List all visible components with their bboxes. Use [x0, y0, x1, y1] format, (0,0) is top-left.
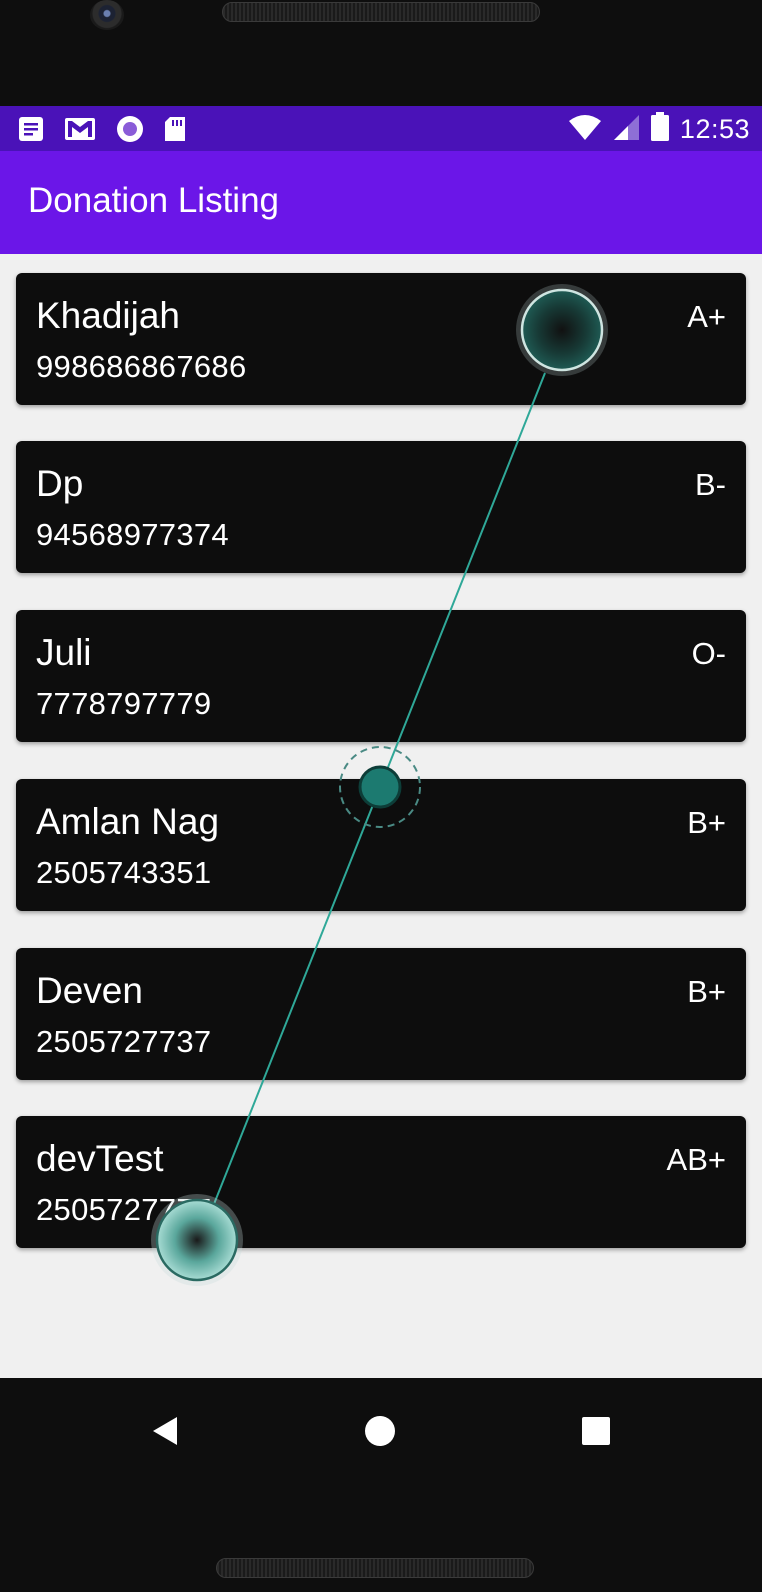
recents-icon [582, 1417, 610, 1445]
donor-phone: 2505727737 [36, 1024, 212, 1059]
back-button[interactable] [135, 1401, 195, 1461]
wifi-icon [568, 113, 602, 145]
donation-card[interactable]: Juli 7778797779 O- [16, 610, 746, 742]
home-icon [365, 1416, 395, 1446]
signal-icon [612, 113, 640, 145]
donation-list[interactable]: Khadijah 998686867686 A+ Dp 94568977374 … [0, 254, 762, 1378]
donation-card[interactable]: devTest 2505727777 AB+ [16, 1116, 746, 1248]
donor-name: Deven [36, 970, 143, 1011]
page-title: Donation Listing [28, 181, 279, 220]
donation-card[interactable]: Khadijah 998686867686 A+ [16, 273, 746, 405]
top-bezel [0, 0, 762, 106]
bottom-speaker [216, 1558, 534, 1578]
donor-name: devTest [36, 1138, 164, 1179]
donation-card[interactable]: Deven 2505727737 B+ [16, 948, 746, 1080]
notes-icon [18, 116, 44, 146]
battery-icon [650, 112, 670, 146]
front-camera [90, 0, 124, 30]
gmail-icon [64, 116, 96, 146]
donor-name: Amlan Nag [36, 801, 220, 842]
donor-phone: 998686867686 [36, 349, 247, 384]
donor-name: Dp [36, 463, 84, 504]
back-icon [153, 1417, 177, 1445]
donor-name: Juli [36, 632, 92, 673]
donor-phone: 2505743351 [36, 855, 212, 890]
donor-name: Khadijah [36, 295, 181, 336]
blood-group: B+ [687, 974, 726, 1009]
donation-card[interactable]: Dp 94568977374 B- [16, 441, 746, 573]
donation-card[interactable]: Amlan Nag 2505743351 B+ [16, 779, 746, 911]
recents-button[interactable] [566, 1401, 626, 1461]
blood-group: O- [691, 636, 726, 671]
status-clock: 12:53 [679, 113, 750, 144]
app-toolbar: Donation Listing [0, 151, 762, 254]
blood-group: B+ [687, 805, 726, 840]
blood-group: AB+ [666, 1142, 726, 1177]
sd-card-icon [164, 116, 186, 146]
donor-phone: 94568977374 [36, 517, 229, 552]
earpiece-speaker [222, 2, 540, 22]
blood-group: B- [695, 467, 726, 502]
status-bar: 12:53 [0, 106, 762, 151]
record-icon [116, 115, 144, 147]
donor-phone: 2505727777 [36, 1192, 212, 1227]
blood-group: A+ [687, 299, 726, 334]
home-button[interactable] [350, 1401, 410, 1461]
donor-phone: 7778797779 [36, 686, 212, 721]
